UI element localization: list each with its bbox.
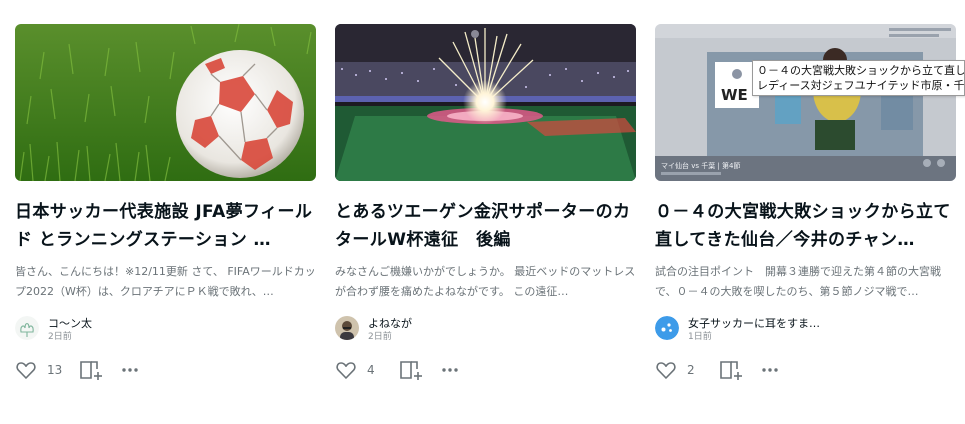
card-author[interactable]: よねなが 2日前 bbox=[335, 316, 636, 346]
post-time: 2日前 bbox=[48, 332, 72, 342]
stadium-fireworks-image bbox=[335, 24, 636, 181]
we-logo-text: WE bbox=[721, 86, 748, 104]
card-excerpt: みなさんご機嫌いかがでしょうか。 最近ベッドのマットレスが合わず腰を痛めたよねな… bbox=[335, 265, 636, 298]
note-card[interactable]: 日本サッカー代表施設 JFA夢フィールド とランニングステーション … 皆さん、… bbox=[15, 24, 316, 384]
card-author[interactable]: コ～ン太 2日前 bbox=[15, 316, 316, 346]
heart-icon[interactable] bbox=[655, 359, 677, 381]
person-avatar[interactable] bbox=[335, 316, 359, 340]
card-excerpt: 皆さん、こんにちは！※12/11更新 さて、 FIFAワールドカップ2022（W… bbox=[15, 265, 316, 298]
card-title[interactable]: ０－４の大宮戦大敗ショックから立て直してきた仙台／今井のチャン… bbox=[655, 198, 956, 254]
card-actions: 13 bbox=[15, 358, 316, 382]
card-title[interactable]: 日本サッカー代表施設 JFA夢フィールド とランニングステーション … bbox=[15, 198, 316, 254]
author-name[interactable]: コ～ン太 bbox=[48, 317, 92, 330]
like-count: 2 bbox=[687, 363, 695, 377]
add-to-magazine-icon[interactable] bbox=[78, 359, 104, 381]
card-thumbnail[interactable] bbox=[335, 24, 636, 181]
card-excerpt: 試合の注目ポイント 開幕３連勝で迎えた第４節の大宮戦で、０－４の大敗を喫したのち… bbox=[655, 265, 941, 298]
card-actions: 2 bbox=[655, 358, 956, 382]
tooltip-line-1: ０－４の大宮戦大敗ショックから立て直し bbox=[757, 64, 965, 77]
heart-icon[interactable] bbox=[335, 359, 357, 381]
broadcast-caption: マイ仙台 vs 千葉 | 第4節 bbox=[661, 161, 741, 170]
more-options-icon[interactable] bbox=[759, 359, 781, 381]
card-thumbnail[interactable] bbox=[15, 24, 316, 181]
author-name[interactable]: 女子サッカーに耳をすま… bbox=[688, 317, 820, 330]
card-actions: 4 bbox=[335, 358, 636, 382]
flower-avatar[interactable] bbox=[15, 316, 39, 340]
add-to-magazine-icon[interactable] bbox=[398, 359, 424, 381]
tooltip-line-2: レディース対ジェフユナイテッド市原・千葉レディ bbox=[757, 79, 965, 92]
like-count: 13 bbox=[47, 363, 63, 377]
blue-circle-avatar[interactable] bbox=[655, 316, 679, 340]
add-to-magazine-icon[interactable] bbox=[718, 359, 744, 381]
author-name[interactable]: よねなが bbox=[368, 317, 412, 330]
heart-icon[interactable] bbox=[15, 359, 37, 381]
card-title[interactable]: とあるツエーゲン金沢サポーターのカタールW杯遠征 後編 bbox=[335, 198, 636, 254]
more-options-icon[interactable] bbox=[439, 359, 461, 381]
post-time: 2日前 bbox=[368, 332, 392, 342]
card-thumbnail[interactable]: WE マイ仙台 vs 千葉 | 第4節 bbox=[655, 24, 956, 181]
like-count: 4 bbox=[367, 363, 375, 377]
note-card[interactable]: とあるツエーゲン金沢サポーターのカタールW杯遠征 後編 みなさんご機嫌いかがでし… bbox=[335, 24, 636, 384]
post-time: 1日前 bbox=[688, 332, 712, 342]
tv-broadcast-image: WE マイ仙台 vs 千葉 | 第4節 bbox=[655, 24, 956, 181]
title-tooltip: ０－４の大宮戦大敗ショックから立て直し レディース対ジェフユナイテッド市原・千葉… bbox=[752, 60, 965, 96]
card-author[interactable]: 女子サッカーに耳をすま… 1日前 bbox=[655, 316, 956, 346]
more-options-icon[interactable] bbox=[119, 359, 141, 381]
soccer-ball-image bbox=[15, 24, 316, 181]
